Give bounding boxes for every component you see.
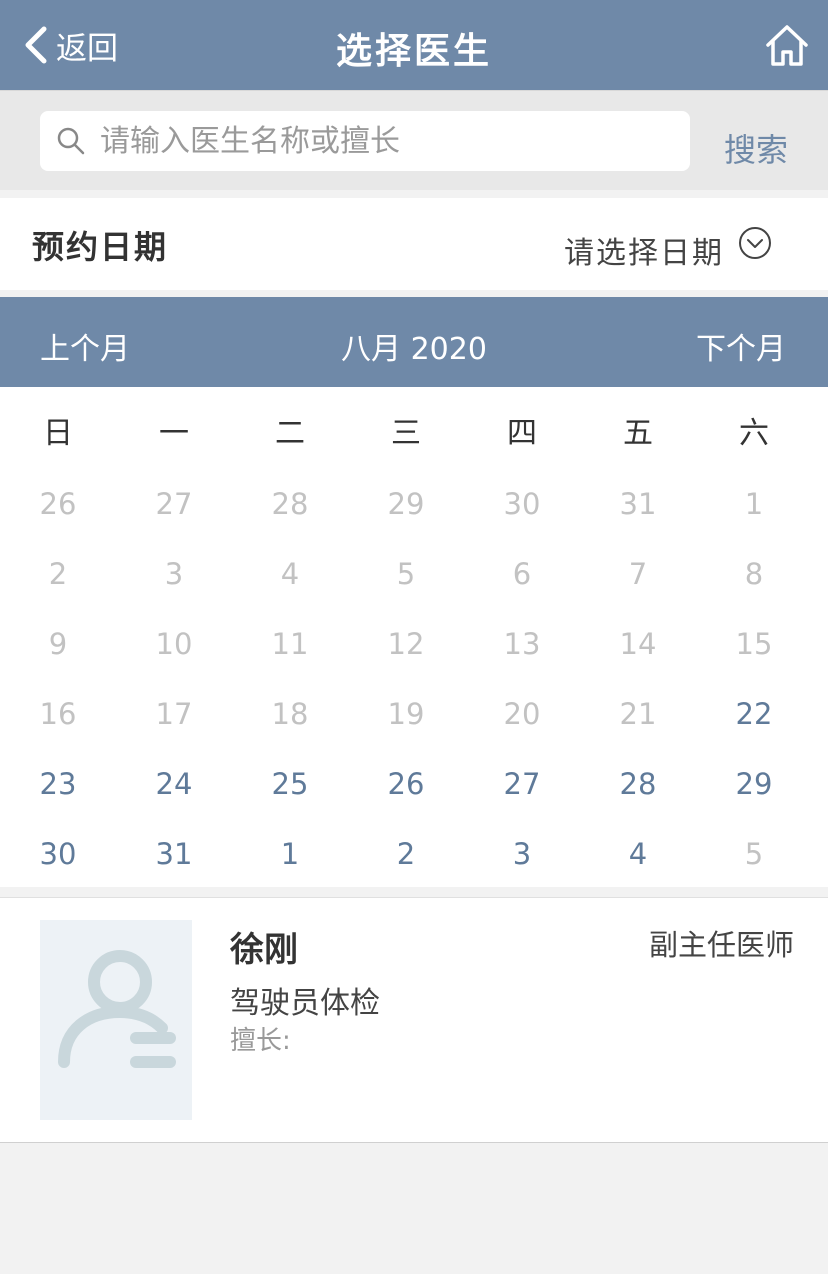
calendar-day-unavailable: 14	[619, 627, 657, 661]
next-month-button[interactable]: 下个月	[696, 324, 786, 368]
calendar-day-unavailable: 10	[155, 627, 193, 661]
calendar-week-row: 16 17 18 19 20 21 22	[0, 679, 828, 749]
calendar-day-unavailable: 30	[503, 487, 541, 521]
calendar-header: 上个月 八月 2020 下个月	[0, 297, 828, 387]
calendar-day-unavailable: 9	[48, 627, 68, 661]
home-icon	[766, 25, 808, 66]
calendar-day-unavailable: 8	[744, 557, 764, 591]
home-button[interactable]	[764, 22, 810, 68]
search-bar: 搜索	[0, 90, 828, 190]
calendar-day-unavailable: 19	[387, 697, 425, 731]
appointment-date-row[interactable]: 预约日期 请选择日期	[0, 198, 828, 290]
weekday-label: 四	[507, 416, 537, 451]
calendar-day-unavailable: 5	[744, 837, 764, 871]
calendar-day-unavailable: 3	[164, 557, 184, 591]
calendar-day-unavailable: 26	[39, 487, 77, 521]
search-box[interactable]	[40, 111, 690, 171]
calendar-week-row: 30 31 1 2 3 4 5	[0, 819, 828, 889]
calendar-week-row: 23 24 25 26 27 28 29	[0, 749, 828, 819]
calendar-day-unavailable: 29	[387, 487, 425, 521]
search-icon	[57, 127, 85, 155]
weekday-label: 一	[159, 416, 189, 451]
calendar-day-unavailable: 6	[512, 557, 532, 591]
appointment-date-label: 预约日期	[32, 228, 169, 266]
calendar-day-unavailable: 18	[271, 697, 309, 731]
calendar-day-unavailable: 2	[48, 557, 68, 591]
search-button[interactable]: 搜索	[724, 125, 788, 171]
weekday-label: 六	[739, 416, 769, 451]
calendar-day-unavailable: 31	[619, 487, 657, 521]
doctor-card[interactable]: 徐刚 副主任医师 驾驶员体检 擅长:	[0, 897, 828, 1143]
weekday-row: 日 一 二 三 四 五 六	[0, 399, 828, 469]
search-input[interactable]	[100, 113, 680, 169]
calendar-week-row: 9 10 11 12 13 14 15	[0, 609, 828, 679]
user-avatar-icon	[58, 950, 176, 1068]
calendar-day-unavailable: 4	[280, 557, 300, 591]
doctor-title: 副主任医师	[648, 928, 794, 962]
weekday-label: 五	[623, 416, 653, 451]
doctor-name: 徐刚	[230, 930, 298, 970]
calendar-week-row: 26 27 28 29 30 31 1	[0, 469, 828, 539]
calendar-day-available[interactable]: 31	[116, 819, 232, 889]
calendar-day-available[interactable]: 28	[580, 749, 696, 819]
calendar-day-available[interactable]: 2	[348, 819, 464, 889]
weekday-label: 日	[43, 416, 73, 451]
weekday-label: 三	[391, 416, 421, 451]
calendar-day-available[interactable]: 25	[232, 749, 348, 819]
date-select-label[interactable]: 请选择日期	[564, 228, 724, 272]
chevron-down-circle-icon[interactable]	[738, 226, 772, 260]
doctor-department: 驾驶员体检	[230, 986, 380, 1021]
calendar: 日 一 二 三 四 五 六 26 27 28 29 30 31 1 2 3 4 5 6 7 8 9 10 11 1…	[0, 387, 828, 887]
nav-bar: 返回 选择医生	[0, 0, 828, 90]
calendar-day-available[interactable]: 22	[696, 679, 812, 749]
calendar-day-available[interactable]: 23	[0, 749, 116, 819]
calendar-day-unavailable: 20	[503, 697, 541, 731]
calendar-week-row: 2 3 4 5 6 7 8	[0, 539, 828, 609]
calendar-day-unavailable: 5	[396, 557, 416, 591]
calendar-day-unavailable: 21	[619, 697, 657, 731]
calendar-day-unavailable: 7	[628, 557, 648, 591]
calendar-day-unavailable: 27	[155, 487, 193, 521]
calendar-day-available[interactable]: 27	[464, 749, 580, 819]
calendar-day-available[interactable]: 26	[348, 749, 464, 819]
calendar-day-available[interactable]: 3	[464, 819, 580, 889]
calendar-day-unavailable: 16	[39, 697, 77, 731]
calendar-day-available[interactable]: 24	[116, 749, 232, 819]
calendar-day-unavailable: 15	[735, 627, 773, 661]
calendar-day-available[interactable]: 1	[232, 819, 348, 889]
calendar-day-unavailable: 11	[271, 627, 309, 661]
avatar	[40, 920, 192, 1120]
calendar-day-unavailable: 28	[271, 487, 309, 521]
calendar-day-unavailable: 1	[744, 487, 764, 521]
calendar-grid: 26 27 28 29 30 31 1 2 3 4 5 6 7 8 9 10 11 12 13 14 15 16 17 18 1…	[0, 469, 828, 889]
calendar-day-unavailable: 12	[387, 627, 425, 661]
weekday-label: 二	[275, 416, 305, 451]
calendar-day-available[interactable]: 30	[0, 819, 116, 889]
page-title: 选择医生	[335, 31, 492, 72]
calendar-day-unavailable: 13	[503, 627, 541, 661]
doctor-specialty: 擅长:	[230, 1026, 291, 1056]
calendar-day-available[interactable]: 29	[696, 749, 812, 819]
calendar-day-unavailable: 17	[155, 697, 193, 731]
calendar-day-available[interactable]: 4	[580, 819, 696, 889]
